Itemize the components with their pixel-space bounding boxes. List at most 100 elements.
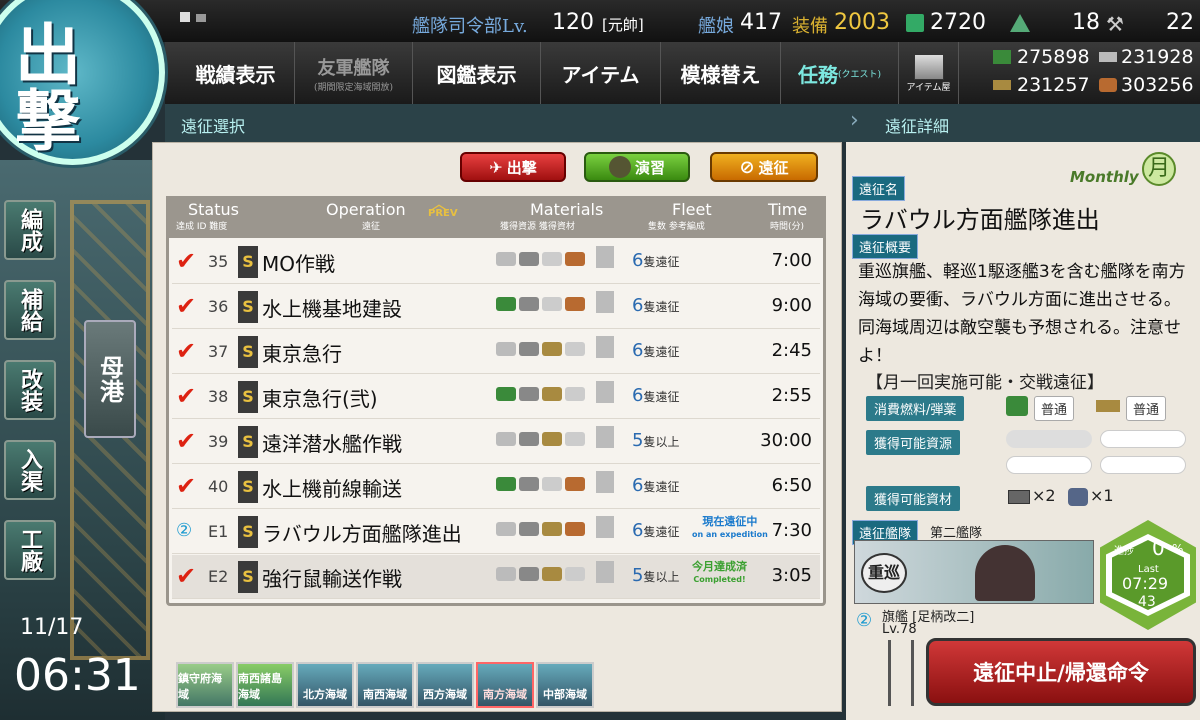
difficulty-s-badge: S	[238, 471, 258, 503]
sidebar-factory-button[interactable]: 工廠	[4, 520, 56, 580]
album-button[interactable]: 図鑑表示	[413, 42, 541, 104]
quest-button[interactable]: 任務 (クエスト)	[781, 42, 899, 104]
fleet-count: 6	[632, 295, 644, 316]
material-icon	[596, 516, 614, 538]
steel-icon	[542, 432, 562, 446]
fuel-icon	[496, 252, 516, 266]
resource-icons	[496, 471, 588, 493]
row-name: 東京急行	[262, 342, 342, 366]
row-id: E1	[208, 522, 229, 541]
tab-sea-2[interactable]: 南西諸島海域	[236, 662, 294, 708]
bucket-icon	[906, 14, 924, 32]
ship-count: 417	[740, 10, 782, 35]
fleet-size: 6隻遠征	[632, 340, 679, 361]
difficulty-s-badge: S	[238, 246, 258, 278]
sidebar-remodel-button[interactable]: 改装	[4, 360, 56, 420]
bauxite-icon	[565, 477, 585, 491]
table-row[interactable]: ✔ 36 S 水上機基地建設 6隻遠征 9:00	[172, 285, 820, 329]
table-row[interactable]: ✔ 39 S 遠洋潜水艦作戦 5隻以上 30:00	[172, 420, 820, 464]
status-text-en: on an expedition	[692, 530, 768, 539]
progress-unit: %	[1172, 542, 1184, 556]
fuel-amount: 275898	[1017, 46, 1090, 68]
friend-fleet-button[interactable]: 友軍艦隊 (期間限定海域開放)	[295, 42, 413, 104]
flag-icon	[180, 12, 190, 22]
fleet-count: 6	[632, 250, 644, 271]
checkmark-icon: ✔	[176, 472, 197, 500]
devmat-count: 18	[1072, 10, 1100, 35]
fleet-count: 6	[632, 385, 644, 406]
resource-icons	[496, 516, 588, 538]
table-row[interactable]: ✔ E2 S 強行鼠輸送作戦 5隻以上 今月達成済 Completed! 3:05	[172, 555, 820, 599]
tab-expedition-label: 遠征	[758, 158, 789, 177]
tab-practice[interactable]: 演習	[584, 152, 690, 182]
last-minutes: 43	[1138, 594, 1156, 610]
steel-icon	[542, 567, 562, 581]
material-icon	[596, 561, 614, 583]
tab-sortie[interactable]: ✈ 出撃	[460, 152, 566, 182]
table-header: Status 達成 ID 難度 Operation 遠征 ︿ PREV Mate…	[166, 194, 826, 238]
fleet-unit: 隻以上	[643, 435, 680, 449]
table-row[interactable]: ② E1 S ラバウル方面艦隊進出 6隻遠征 現在遠征中 on an expediti…	[172, 510, 820, 554]
tab-sea-4[interactable]: 南西海域	[356, 662, 414, 708]
fleet-count: 5	[632, 565, 644, 586]
fleet-count: 6	[632, 520, 644, 541]
row-id: E2	[208, 567, 229, 586]
header-materials-sub: 獲得資源 獲得資材	[500, 222, 575, 232]
tab-expedition[interactable]: ⊘ 遠征	[710, 152, 818, 182]
resource-icons	[496, 381, 588, 403]
tag-name: 遠征名	[852, 176, 906, 201]
table-row[interactable]: ✔ 38 S 東京急行(弐) 6隻遠征 2:55	[172, 375, 820, 419]
row-time: 7:30	[771, 520, 812, 541]
clock-time: 06:31	[14, 650, 141, 701]
ships-label: 艦娘	[698, 16, 734, 37]
table-row[interactable]: ✔ 40 S 水上機前線輸送 6隻遠征 6:50	[172, 465, 820, 509]
fleet-unit: 隻遠征	[643, 345, 680, 359]
sidebar-supply-button[interactable]: 補給	[4, 280, 56, 340]
remodel-room-button[interactable]: 模様替え	[661, 42, 781, 104]
monthly-label: Monthly	[1070, 168, 1139, 186]
tab-sea-1[interactable]: 鎮守府海域	[176, 662, 234, 708]
material-icon	[596, 381, 614, 403]
steel-amount: 231257	[1017, 74, 1090, 96]
fuel-cost: 普通	[1034, 396, 1075, 421]
sidebar-fleet-button[interactable]: 編成	[4, 200, 56, 260]
ammo-cost: 普通	[1126, 396, 1167, 421]
tab-sea-3[interactable]: 北方海域	[296, 662, 354, 708]
steel-reward-gauge	[1006, 456, 1092, 474]
header-operation: Operation	[326, 200, 406, 219]
table-row[interactable]: ✔ 35 S MO作戦 6隻遠征 7:00	[172, 240, 820, 284]
ammo-amount: 231928	[1121, 46, 1194, 68]
flagship-level: Lv.78	[882, 622, 917, 637]
record-button[interactable]: 戦績表示	[177, 42, 295, 104]
recall-button[interactable]: 遠征中止/帰還命令	[926, 638, 1196, 706]
sidebar-dock-button[interactable]: 入渠	[4, 440, 56, 500]
row-id: 39	[208, 432, 229, 451]
expedition-note: 【月一回実施可能・交戦遠征】	[866, 373, 1104, 393]
fuel-icon	[496, 567, 516, 581]
last-time: 07:29	[1122, 574, 1169, 593]
item-button[interactable]: アイテム	[541, 42, 661, 104]
row-id: 35	[208, 252, 229, 271]
bauxite-icon	[565, 567, 585, 581]
ship-girl-portrait	[975, 545, 1035, 601]
fleet-2-icon: ②	[856, 610, 873, 631]
row-id: 37	[208, 342, 229, 361]
prev-button[interactable]: PREV	[428, 208, 458, 219]
item-shop-button[interactable]: アイテム屋	[899, 42, 959, 104]
resource-icons	[496, 426, 588, 448]
header-status: Status	[188, 200, 239, 219]
row-time: 7:00	[771, 250, 812, 271]
top-status-bar: 艦隊司令部Lv. 120 [元帥] 艦娘 417 装備 2003 2720 18…	[0, 0, 1200, 42]
compass-icon: ⊘	[739, 156, 755, 178]
tab-sea-6[interactable]: 南方海域	[476, 662, 534, 708]
tab-sea-5[interactable]: 西方海域	[416, 662, 474, 708]
tab-sea-7[interactable]: 中部海域	[536, 662, 594, 708]
fleet-size: 6隻遠征	[632, 475, 679, 496]
table-row[interactable]: ✔ 37 S 東京急行 6隻遠征 2:45	[172, 330, 820, 374]
bauxite-reward-gauge	[1100, 456, 1186, 474]
row-name: 水上機前線輸送	[262, 477, 402, 501]
header-status-sub: 達成 ID 難度	[176, 222, 228, 232]
progress-value: 0	[1152, 536, 1165, 560]
bauxite-amount: 303256	[1121, 74, 1194, 96]
home-port-button[interactable]: 母港	[84, 320, 136, 438]
